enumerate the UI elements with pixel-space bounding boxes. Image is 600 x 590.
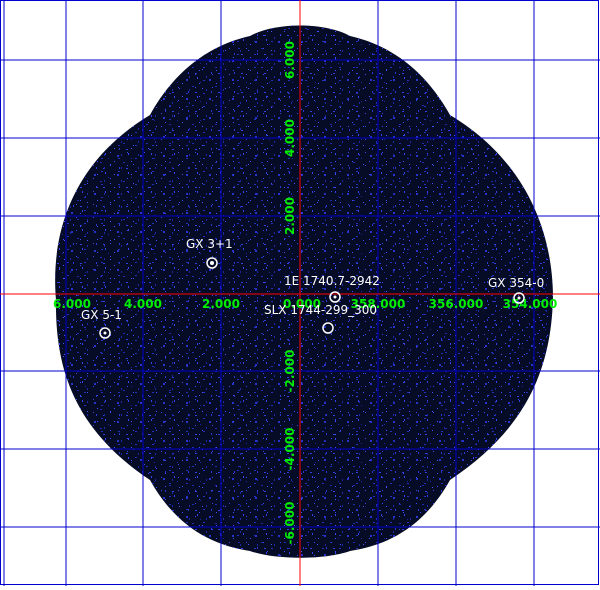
lat-tick-label: -2.000 [283,350,297,393]
marker-dot [103,331,107,335]
lat-tick-label: -4.000 [283,428,297,471]
lon-tick-label: 4.000 [124,297,162,311]
marker-dot [333,295,337,299]
source-label: 1E 1740.7-2942 [284,274,380,288]
lon-tick-label: 354.000 [503,297,558,311]
lat-tick-label: 6.000 [283,41,297,79]
marker-dot [210,261,214,265]
source-label: SLX 1744-299_300 [264,303,377,317]
source-label: GX 3+1 [186,237,233,251]
lat-tick-label: 4.000 [283,119,297,157]
lon-tick-label: 356.000 [429,297,484,311]
lat-tick-label: 2.000 [283,197,297,235]
source-label: GX 354-0 [488,276,544,290]
source-label: GX 5-1 [81,308,122,322]
sky-map[interactable]: 6.000 4.000 2.000 0.000 358.000 356.000 … [0,0,600,586]
lat-tick-label: -6.000 [283,502,297,545]
marker-dot [517,296,521,300]
lon-tick-label: 2.000 [202,297,240,311]
sky-image-viewer[interactable]: 6.000 4.000 2.000 0.000 358.000 356.000 … [0,0,600,586]
